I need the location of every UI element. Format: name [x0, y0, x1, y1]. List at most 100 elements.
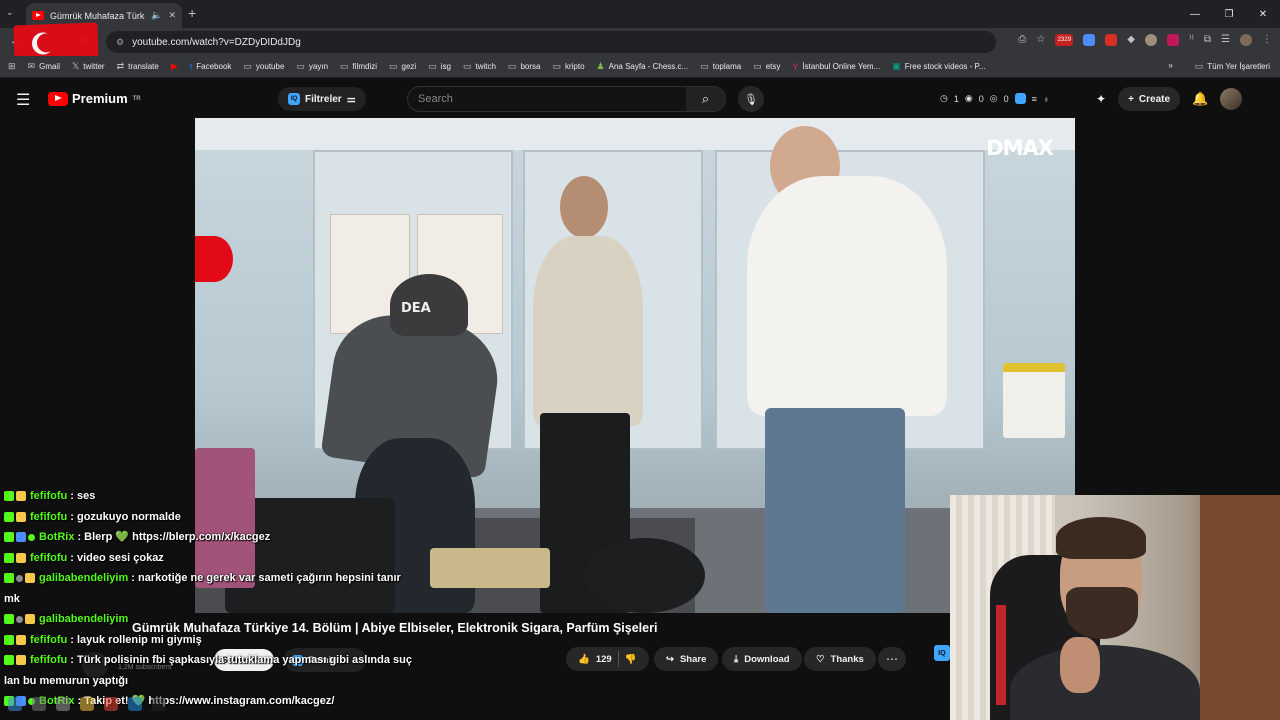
- chat-username[interactable]: fefifofu: [30, 486, 67, 507]
- folder-icon: ▭: [507, 61, 517, 71]
- tab-search-icon[interactable]: ⌄: [6, 7, 14, 18]
- bookmark-17[interactable]: ▣ Free stock videos - P...: [892, 61, 985, 72]
- chat-username[interactable]: fefifofu: [30, 507, 67, 528]
- bookmark-star-icon[interactable]: ☆: [1036, 34, 1045, 46]
- like-button[interactable]: 👍 129: [578, 654, 612, 665]
- bookmark-0[interactable]: ✉ Gmail: [28, 61, 60, 72]
- apps-grid-icon[interactable]: ⊞: [8, 61, 16, 72]
- maximize-button[interactable]: ❐: [1212, 0, 1246, 28]
- list-icon[interactable]: ≡: [1032, 94, 1037, 104]
- profile-extension-icon[interactable]: [1144, 34, 1157, 46]
- install-icon[interactable]: ⎙: [1018, 34, 1026, 46]
- video-scene-case: [585, 538, 705, 613]
- url-text: youtube.com/watch?v=DZDyDIDdJDg: [132, 36, 301, 48]
- search-button[interactable]: ⌕: [686, 86, 726, 112]
- lightbulb-icon[interactable]: ♁: [1043, 94, 1050, 104]
- all-bookmarks-folder[interactable]: ▭ Tüm Yer İşaretleri: [1195, 61, 1270, 72]
- bookmark-12[interactable]: ▭ kripto: [552, 61, 584, 72]
- browser-menu-icon[interactable]: ⋮: [1262, 34, 1272, 46]
- bookmark-11[interactable]: ▭ borsa: [508, 61, 541, 72]
- webcam-overlay: [950, 495, 1280, 720]
- account-avatar[interactable]: [1220, 88, 1243, 110]
- iq-icon[interactable]: [1014, 93, 1026, 104]
- voice-search-button[interactable]: 🎙: [738, 86, 764, 112]
- chrome-icon[interactable]: [104, 697, 118, 711]
- search-taskbar-icon[interactable]: [32, 697, 46, 711]
- bookmark-14[interactable]: ▭ toplama: [700, 61, 741, 72]
- eye-icon: ◉: [964, 93, 973, 103]
- speaker-icon[interactable]: 🔈: [151, 10, 162, 21]
- diamond-extension-icon[interactable]: ◆: [1127, 34, 1135, 46]
- bookmark-7[interactable]: ▭ filmdizi: [340, 61, 377, 72]
- translate-extension-icon[interactable]: [1083, 34, 1096, 46]
- pink-extension-icon[interactable]: [1166, 34, 1179, 46]
- browser-toolbar: ← ↻ ⚙ youtube.com/watch?v=DZDyDIDdJDg ⎙ …: [0, 28, 1280, 56]
- extensions-puzzle-icon[interactable]: ⧉: [1204, 34, 1211, 46]
- extension-badge[interactable]: 2329: [1055, 34, 1074, 46]
- chat-text: : gozukuyo normalde: [70, 510, 181, 523]
- chat-badge-icon: [16, 552, 26, 563]
- bookmark-2[interactable]: ⇄ translate: [117, 61, 159, 72]
- chat-username[interactable]: galibabendeliyim: [39, 568, 128, 589]
- reading-list-icon[interactable]: ☰: [1221, 34, 1230, 46]
- download-button[interactable]: ⤓ Download: [722, 647, 802, 671]
- profile-avatar-icon[interactable]: [1240, 34, 1252, 46]
- bookmark-6[interactable]: ▭ yayın: [296, 61, 328, 72]
- download-icon: ⤓: [734, 653, 739, 665]
- chat-message: galibabendeliyim: narkotiğe ne gerek var…: [0, 568, 470, 589]
- chat-username[interactable]: galibabendeliyim: [39, 609, 128, 630]
- search-input[interactable]: Search: [407, 86, 687, 112]
- bookmark-5[interactable]: ▭ youtube: [243, 61, 284, 72]
- site-info-icon[interactable]: ⚙: [116, 37, 124, 48]
- close-tab-icon[interactable]: ✕: [168, 10, 176, 21]
- explorer-icon[interactable]: [80, 697, 94, 711]
- toolbar-icons: ⎙ ☆ 2329 ◆ ⁾⁾ ⧉ ☰ ⋮: [1018, 34, 1272, 46]
- more-actions-button[interactable]: ⋯: [878, 647, 906, 671]
- new-tab-button[interactable]: +: [188, 5, 196, 21]
- terminal-icon[interactable]: [152, 697, 166, 711]
- yemek-icon: Y: [792, 61, 799, 72]
- folder-icon: ▭: [340, 61, 349, 71]
- thanks-button[interactable]: ♡ Thanks: [804, 647, 876, 671]
- more-bookmarks-icon[interactable]: »: [1168, 61, 1172, 72]
- bookmark-3[interactable]: ▶: [171, 61, 178, 72]
- chat-username[interactable]: fefifofu: [30, 630, 67, 651]
- chat-message: galibabendeliyim: [0, 609, 470, 630]
- bookmark-4[interactable]: f Facebook: [190, 62, 232, 72]
- palette-icon[interactable]: ✦: [1096, 92, 1106, 106]
- audio-extension-icon[interactable]: ⁾⁾: [1189, 34, 1194, 46]
- chat-text-continuation: lan bu memurun yaptığı: [4, 674, 129, 687]
- create-button[interactable]: + Create: [1118, 87, 1181, 111]
- sliders-icon: ⚌: [346, 93, 356, 105]
- bookmark-8[interactable]: ▭ gezi: [389, 61, 416, 72]
- chat-badge-icon: [16, 615, 23, 623]
- bookmark-1[interactable]: 𝕏twitter: [72, 61, 105, 72]
- notifications-bell-icon[interactable]: 🔔: [1192, 91, 1208, 107]
- minimize-button[interactable]: —: [1178, 0, 1212, 28]
- chat-message: fefifofu: Türk polisinin fbi şapkasıyla …: [0, 650, 470, 671]
- like-count: 129: [595, 653, 612, 665]
- address-bar[interactable]: ⚙ youtube.com/watch?v=DZDyDIDdJDg: [106, 31, 996, 53]
- chat-badges: [4, 548, 26, 568]
- taskview-icon[interactable]: [56, 697, 70, 711]
- bookmark-13[interactable]: ♟ Ana Sayfa - Chess.c...: [597, 61, 689, 72]
- chat-username[interactable]: fefifofu: [30, 548, 67, 569]
- close-window-button[interactable]: ✕: [1246, 0, 1280, 28]
- filters-button[interactable]: IQ Filtreler ⚌: [278, 87, 366, 111]
- chat-username[interactable]: fefifofu: [30, 650, 67, 671]
- bookmark-16[interactable]: Y İstanbul Online Yem...: [792, 62, 880, 72]
- bookmark-9[interactable]: ▭ isg: [428, 61, 451, 72]
- chat-username[interactable]: BotRix: [39, 527, 74, 548]
- bookmark-15[interactable]: ▭ etsy: [753, 61, 780, 72]
- dislike-button[interactable]: 👎: [625, 654, 637, 665]
- menu-icon[interactable]: ☰: [16, 90, 30, 110]
- window-controls: — ❐ ✕: [1178, 0, 1280, 28]
- chat-badge-icon: [4, 634, 14, 645]
- app-icon[interactable]: [128, 697, 142, 711]
- iq-side-button[interactable]: IQ: [934, 645, 950, 661]
- youtube-premium-logo[interactable]: Premium TR: [48, 91, 141, 106]
- share-button[interactable]: ↪ Share: [654, 647, 719, 671]
- windows-start-icon[interactable]: [8, 697, 22, 711]
- bookmark-10[interactable]: ▭ twitch: [463, 61, 496, 72]
- adblock-extension-icon[interactable]: [1105, 34, 1118, 46]
